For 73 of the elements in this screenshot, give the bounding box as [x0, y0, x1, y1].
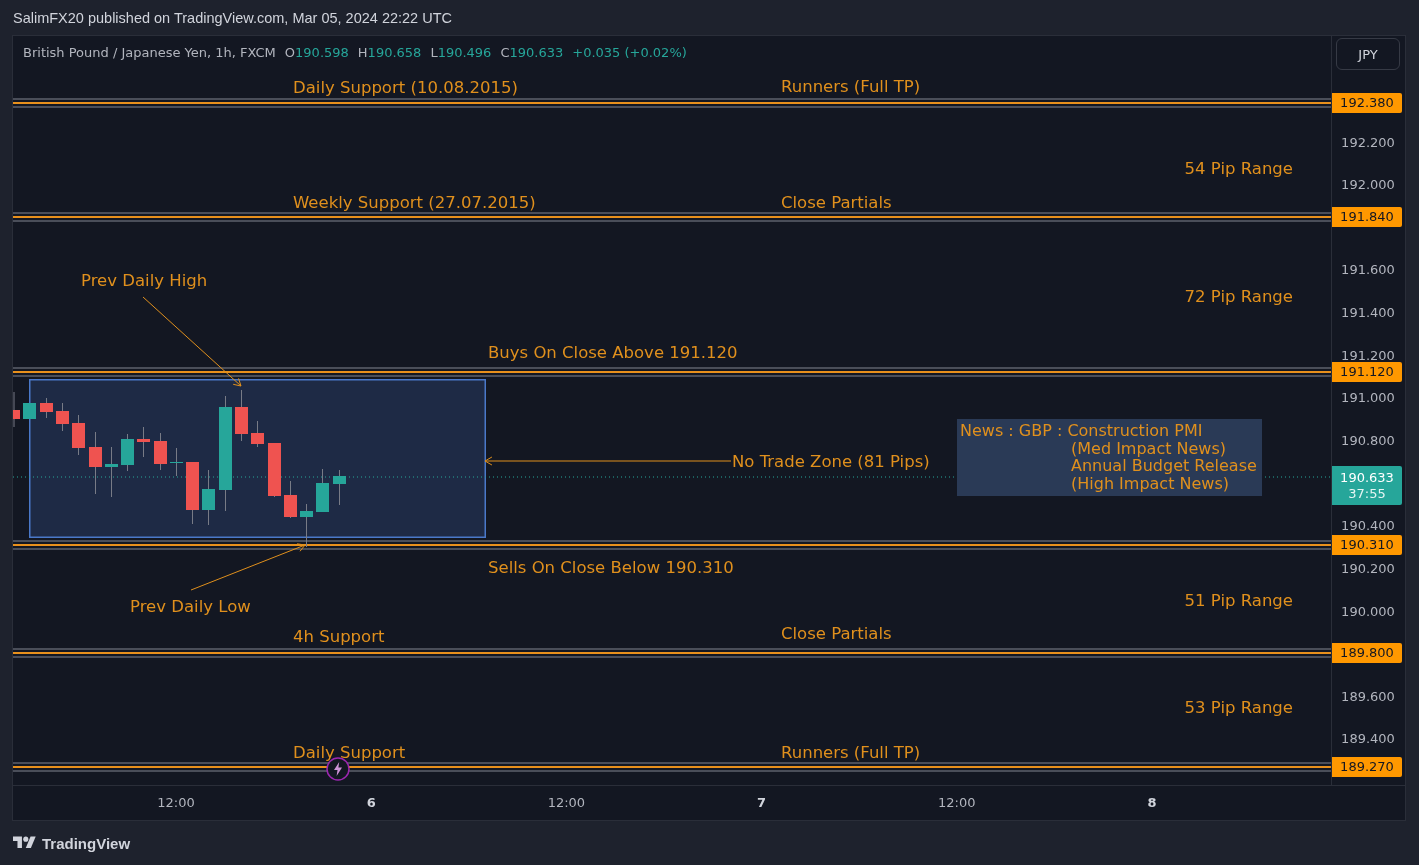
candle: [284, 480, 297, 519]
price-axis-label: 190.200: [1340, 560, 1396, 576]
candle: [23, 402, 36, 420]
time-axis-label: 12:00: [937, 794, 977, 812]
price-axis-label: 190.400: [1340, 518, 1396, 534]
price-change: +0.035 (+0.02%): [572, 45, 687, 61]
current-price: 190.633: [1340, 469, 1394, 486]
candle: [121, 433, 134, 472]
time-axis-label: 12:00: [546, 794, 587, 812]
candle: [13, 391, 20, 428]
price-axis-label: 189.600: [1340, 688, 1396, 704]
price-axis-label: 191.200: [1340, 347, 1396, 363]
symbol-title: British Pound / Japanese Yen, 1h, FXCM: [23, 45, 276, 61]
range-label: 54 Pip Range: [1184, 158, 1293, 178]
time-axis-label: 12:00: [156, 794, 196, 812]
level-label: Close Partials: [781, 623, 892, 643]
candle: [154, 432, 167, 471]
candle: [333, 469, 346, 506]
price-level-badge: 190.310: [1332, 535, 1402, 555]
time-axis-label: 6: [365, 794, 377, 812]
level-label: Runners (Full TP): [781, 742, 921, 762]
ohlc-value: O190.598: [284, 45, 349, 61]
candle: [40, 397, 53, 419]
level-label: Daily Support: [293, 742, 406, 762]
range-label: 51 Pip Range: [1184, 590, 1293, 610]
range-label: 53 Pip Range: [1184, 697, 1293, 717]
level-label: Sells On Close Below 190.310: [488, 557, 734, 577]
brand-name: TradingView: [42, 834, 131, 852]
level-label: 4h Support: [293, 626, 385, 646]
candle: [105, 446, 118, 498]
candle: [235, 389, 248, 442]
candle: [170, 447, 183, 477]
annotation-label: Prev Daily Low: [130, 596, 251, 616]
time-axis-label: 8: [1146, 794, 1158, 812]
ohlc-value: L190.496: [430, 45, 492, 61]
time-axis-label: 7: [756, 794, 768, 812]
price-level-badge: 191.120: [1332, 362, 1402, 382]
header-title: SalimFX20 published on TradingView.com, Mar 05, 2024 22:22 UTC: [13, 9, 452, 26]
candle: [89, 431, 102, 495]
range-label: 72 Pip Range: [1184, 286, 1293, 306]
level-label: Runners (Full TP): [781, 76, 921, 96]
price-axis-label: 191.000: [1340, 390, 1396, 406]
candle: [202, 469, 215, 526]
countdown-timer: 37:55: [1348, 485, 1386, 502]
level-label: Daily Support (10.08.2015): [293, 77, 518, 97]
price-level-badge: 189.800: [1332, 643, 1402, 663]
price-level-badge: 192.380: [1332, 93, 1402, 113]
currency-button[interactable]: JPY: [1336, 38, 1400, 70]
candle: [316, 468, 329, 513]
ohlc-value: H190.658: [357, 45, 422, 61]
candle: [300, 503, 313, 548]
candle: [186, 461, 199, 525]
level-label: Close Partials: [781, 192, 892, 212]
price-axis-label: 192.200: [1340, 134, 1396, 150]
price-axis-label: 189.400: [1340, 731, 1396, 747]
ohlc-value: C190.633: [500, 45, 564, 61]
news-note: News : GBP : Construction PMI (Med Impact News) Annual Budget Release (High Impact News): [957, 419, 1262, 496]
price-axis-label: 190.000: [1340, 603, 1396, 619]
level-label: Buys On Close Above 191.120: [488, 342, 738, 362]
price-axis-label: 191.600: [1340, 262, 1396, 278]
price-axis-label: 191.400: [1340, 305, 1396, 321]
annotation-label: Prev Daily High: [81, 270, 208, 290]
candle: [72, 414, 85, 456]
price-axis-label: 190.800: [1340, 432, 1396, 448]
level-label: Weekly Support (27.07.2015): [293, 192, 536, 212]
candle: [268, 442, 281, 498]
candle: [56, 402, 69, 432]
price-level-badge: 191.840: [1332, 207, 1402, 227]
price-axis-label: 192.000: [1340, 177, 1396, 193]
price-level-badge: 189.270: [1332, 757, 1402, 777]
candle: [137, 426, 150, 458]
annotation-label: No Trade Zone (81 Pips): [732, 451, 930, 471]
candle: [251, 420, 264, 448]
